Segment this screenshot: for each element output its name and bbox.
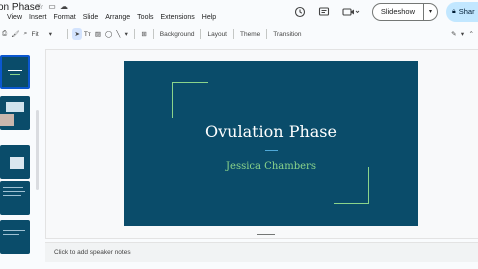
- slide-title[interactable]: Ovulation Phase: [124, 122, 418, 141]
- chevron-down-icon: ▾: [428, 9, 432, 15]
- background-button[interactable]: Background: [158, 28, 197, 40]
- history-icon[interactable]: [294, 6, 306, 18]
- thumbnail-text-line: [3, 187, 23, 188]
- thumbnail-text-line: [3, 234, 19, 235]
- thumbnail-text-line: [3, 191, 25, 192]
- pen-icon[interactable]: ✎: [449, 28, 458, 40]
- line-icon[interactable]: ╲: [114, 28, 122, 40]
- theme-button[interactable]: Theme: [238, 28, 262, 40]
- filmstrip[interactable]: [0, 50, 40, 269]
- folder-icon[interactable]: ▭: [48, 3, 56, 11]
- slideshow-button[interactable]: Slideshow: [371, 3, 424, 21]
- divider: [67, 29, 69, 39]
- menu-tools[interactable]: Tools: [137, 14, 153, 21]
- corner-bracket-bottom-right: [334, 167, 369, 204]
- thumbnail-text-line: [3, 195, 21, 196]
- select-cursor-icon[interactable]: ➤: [72, 28, 82, 40]
- toolbar: ⎙ 🖌︎ ⌕ Fit ▾ ➤ Tт ▨ ◯ ╲ ▾ ⊞ Background L…: [0, 27, 478, 41]
- divider: [233, 29, 234, 39]
- speaker-notes-placeholder: Click to add speaker notes: [54, 249, 131, 256]
- star-icon[interactable]: ☆: [36, 3, 44, 11]
- menu-slide[interactable]: Slide: [83, 14, 99, 21]
- cloud-icon[interactable]: ☁: [60, 3, 68, 11]
- divider: [152, 29, 154, 39]
- thumbnail-image: [6, 102, 24, 112]
- title-divider: [265, 150, 278, 151]
- shape-icon[interactable]: ◯: [103, 28, 114, 40]
- menu-arrange[interactable]: Arrange: [105, 14, 130, 21]
- document-title[interactable]: on Phase: [0, 2, 40, 13]
- menu-view[interactable]: View: [7, 14, 22, 21]
- collapse-icon[interactable]: ⌃: [467, 28, 476, 40]
- header-actions: Slideshow ▾ 🔒︎ Shar: [294, 2, 478, 22]
- menu-format[interactable]: Format: [54, 14, 76, 21]
- zoom-label: Fit: [31, 30, 39, 38]
- slide-thumbnail[interactable]: [0, 145, 30, 179]
- slide-subtitle[interactable]: Jessica Chambers: [124, 161, 418, 172]
- lock-icon: 🔒︎: [452, 8, 456, 15]
- menu-insert[interactable]: Insert: [29, 14, 47, 21]
- transition-button[interactable]: Transition: [271, 28, 303, 40]
- speaker-notes[interactable]: Click to add speaker notes: [45, 242, 478, 262]
- slide-thumbnail[interactable]: [0, 220, 30, 254]
- text-box-icon[interactable]: Tт: [82, 28, 93, 40]
- menu-help[interactable]: Help: [202, 14, 216, 21]
- chevron-down-icon[interactable]: ▾: [122, 28, 130, 40]
- corner-bracket-top-left: [172, 82, 208, 118]
- zoom-select[interactable]: Fit ▾: [29, 28, 63, 40]
- menu-bar: t View Insert Format Slide Arrange Tools…: [0, 14, 216, 21]
- slideshow-dropdown[interactable]: ▾: [424, 3, 438, 21]
- menu-extensions[interactable]: Extensions: [161, 14, 195, 21]
- image-icon[interactable]: ▨: [93, 28, 103, 40]
- paint-format-icon[interactable]: 🖌︎: [9, 28, 21, 40]
- chevron-down-icon: ▾: [48, 31, 52, 38]
- video-icon[interactable]: [342, 6, 360, 18]
- chevron-down-icon[interactable]: ▾: [459, 28, 467, 40]
- thumbnail-text-line: [3, 230, 25, 231]
- slide-thumbnail[interactable]: [0, 181, 30, 215]
- filmstrip-scrollbar[interactable]: [36, 110, 39, 190]
- thumbnail-title-line: [8, 70, 22, 71]
- share-button[interactable]: 🔒︎ Shar: [446, 2, 478, 22]
- thumbnail-subtitle-line: [10, 74, 20, 75]
- slide-thumbnail[interactable]: [0, 55, 30, 89]
- share-label: Shar: [458, 7, 475, 16]
- divider: [200, 29, 202, 39]
- comment-add-icon[interactable]: ⊞: [139, 28, 148, 40]
- title-icons: ☆ ▭ ☁: [36, 3, 68, 11]
- slide[interactable]: Ovulation Phase Jessica Chambers: [124, 61, 418, 226]
- slide-thumbnail[interactable]: [0, 96, 30, 130]
- layout-button[interactable]: Layout: [205, 28, 229, 40]
- comment-icon[interactable]: [318, 6, 330, 18]
- divider: [134, 29, 136, 39]
- thumbnail-image: [0, 114, 14, 126]
- divider: [266, 29, 268, 39]
- print-icon[interactable]: ⎙: [0, 28, 9, 40]
- thumbnail-image: [10, 157, 24, 169]
- notes-resize-handle[interactable]: [257, 234, 275, 235]
- zoom-icon[interactable]: ⌕: [21, 28, 29, 40]
